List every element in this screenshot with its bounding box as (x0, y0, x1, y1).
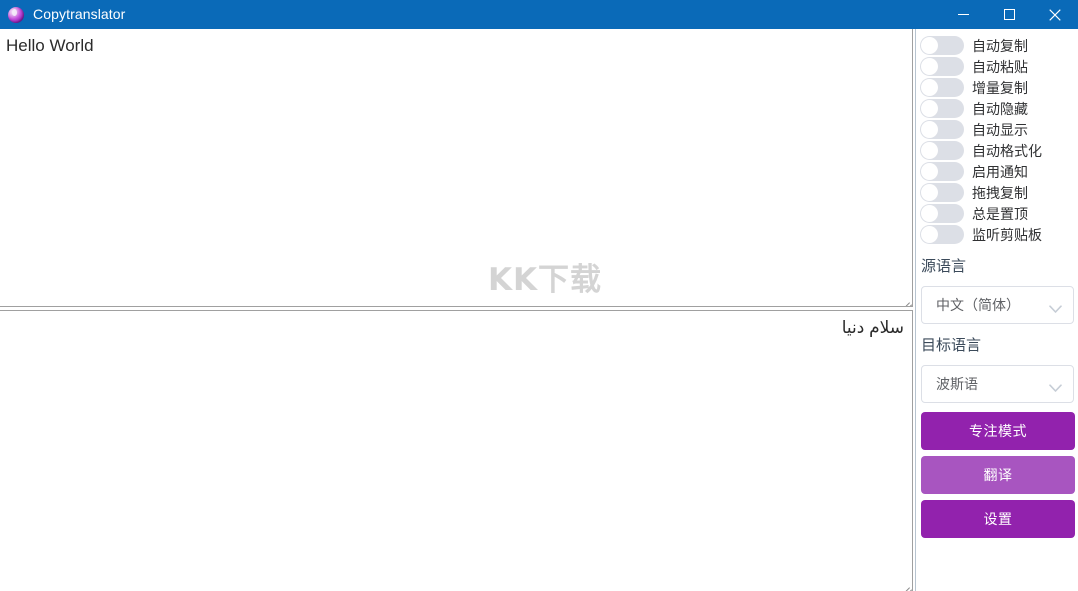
side-panel: 自动复制自动粘贴增量复制自动隐藏自动显示自动格式化启用通知拖拽复制总是置顶监听剪… (915, 29, 1078, 591)
result-text-inner: سلام دنیا (841, 318, 904, 337)
source-text-value[interactable]: Hello World (0, 29, 912, 57)
toggle-knob (921, 163, 938, 180)
toggle-switch[interactable] (920, 78, 964, 97)
source-language-title: 源语言 (921, 257, 967, 275)
toggle-row[interactable]: 自动复制 (916, 35, 1078, 56)
close-icon[interactable] (1032, 0, 1078, 29)
toggle-switch[interactable] (920, 141, 964, 160)
toggle-label: 总是置顶 (972, 206, 1028, 223)
source-text-area[interactable]: Hello World (0, 29, 913, 307)
toggle-knob (921, 37, 938, 54)
toggle-switch[interactable] (920, 225, 964, 244)
toggle-list: 自动复制自动粘贴增量复制自动隐藏自动显示自动格式化启用通知拖拽复制总是置顶监听剪… (916, 29, 1078, 245)
source-language-select[interactable]: 中文（简体） (921, 286, 1074, 324)
toggle-knob (921, 184, 938, 201)
toggle-label: 自动显示 (972, 122, 1028, 139)
toggle-label: 自动格式化 (972, 143, 1042, 160)
window-title: Copytranslator (33, 6, 126, 22)
toggle-row[interactable]: 自动粘贴 (916, 56, 1078, 77)
target-language-value: 波斯语 (936, 377, 978, 393)
chevron-down-icon (1049, 301, 1062, 319)
toggle-switch[interactable] (920, 36, 964, 55)
minimize-icon[interactable] (940, 0, 986, 29)
toggle-row[interactable]: 自动显示 (916, 119, 1078, 140)
toggle-knob (921, 226, 938, 243)
source-language-value: 中文（简体） (936, 298, 1020, 314)
toggle-row[interactable]: 增量复制 (916, 77, 1078, 98)
chevron-down-icon (1049, 380, 1062, 398)
toggle-knob (921, 205, 938, 222)
toggle-row[interactable]: 拖拽复制 (916, 182, 1078, 203)
toggle-label: 自动隐藏 (972, 101, 1028, 118)
toggle-switch[interactable] (920, 57, 964, 76)
result-text-value[interactable]: سلام دنیا (0, 311, 912, 339)
application-window: Copytranslator Hello World KK下载 www.kkx.… (0, 0, 1078, 591)
toggle-switch[interactable] (920, 183, 964, 202)
toggle-switch[interactable] (920, 120, 964, 139)
toggle-switch[interactable] (920, 162, 964, 181)
window-controls (940, 0, 1078, 29)
source-resize-handle[interactable] (895, 289, 911, 305)
focus-mode-button[interactable]: 专注模式 (921, 412, 1075, 450)
toggle-row[interactable]: 自动格式化 (916, 140, 1078, 161)
maximize-icon[interactable] (986, 0, 1032, 29)
toggle-knob (921, 58, 938, 75)
settings-button[interactable]: 设置 (921, 500, 1075, 538)
toggle-knob (921, 142, 938, 159)
result-text-area[interactable]: سلام دنیا (0, 310, 913, 591)
sphere-logo-icon (8, 6, 24, 23)
toggle-knob (921, 79, 938, 96)
toggle-row[interactable]: 总是置顶 (916, 203, 1078, 224)
toggle-row[interactable]: 启用通知 (916, 161, 1078, 182)
toggle-knob (921, 121, 938, 138)
toggle-label: 拖拽复制 (972, 185, 1028, 202)
toggle-row[interactable]: 自动隐藏 (916, 98, 1078, 119)
target-language-title: 目标语言 (921, 336, 982, 354)
toggle-label: 自动复制 (972, 38, 1028, 55)
toggle-label: 监听剪贴板 (972, 227, 1042, 244)
result-resize-handle[interactable] (895, 574, 911, 590)
toggle-knob (921, 100, 938, 117)
toggle-switch[interactable] (920, 204, 964, 223)
toggle-label: 自动粘贴 (972, 59, 1028, 76)
toggle-label: 启用通知 (972, 164, 1028, 181)
toggle-label: 增量复制 (972, 80, 1028, 97)
target-language-select[interactable]: 波斯语 (921, 365, 1074, 403)
translate-button[interactable]: 翻译 (921, 456, 1075, 494)
toggle-row[interactable]: 监听剪贴板 (916, 224, 1078, 245)
toggle-switch[interactable] (920, 99, 964, 118)
title-bar: Copytranslator (0, 0, 1078, 29)
